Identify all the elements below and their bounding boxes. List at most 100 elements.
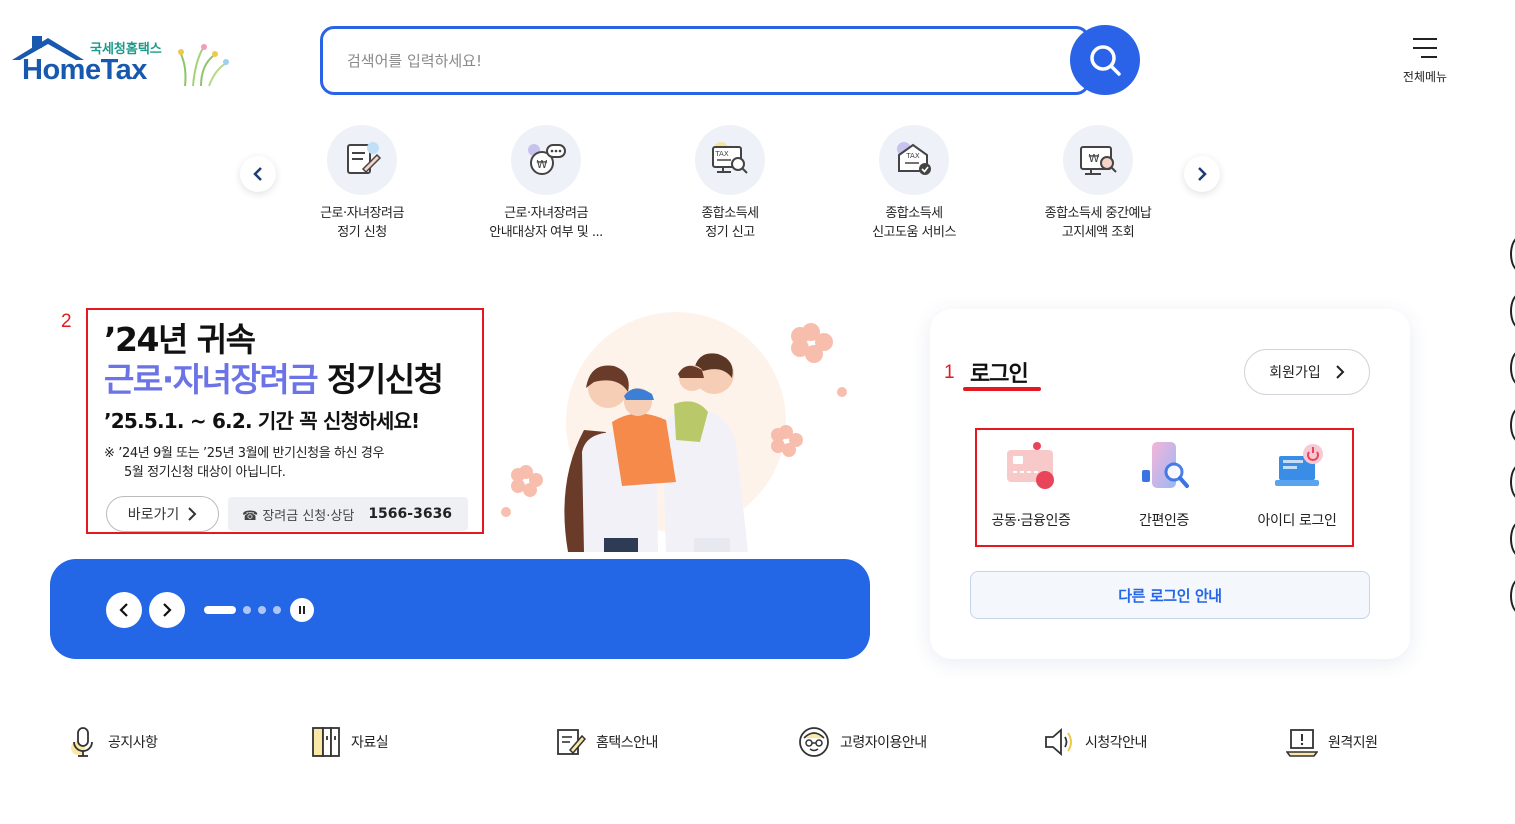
laptop-power-icon (1275, 444, 1323, 486)
login-title-underline (963, 387, 1041, 391)
join-label: 회원가입 (1269, 365, 1321, 381)
side-quick-button[interactable] (1510, 407, 1515, 443)
hamburger-icon (1413, 38, 1437, 58)
other-login-guide-button[interactable]: 다른 로그인 안내 (970, 571, 1370, 619)
banner-next-button[interactable] (149, 592, 185, 628)
svg-text:₩: ₩ (537, 158, 548, 171)
chevron-right-icon (1198, 167, 1207, 181)
banner-pagination (204, 606, 284, 614)
quick-service-item[interactable]: ₩ 종합소득세 중간예납 고지세액 조회 (1023, 125, 1173, 242)
chevron-right-icon (1336, 365, 1345, 379)
search-box (320, 26, 1090, 95)
quick-service-label-line1: 근로·자녀장려금 (504, 206, 588, 221)
chevron-left-icon (119, 603, 128, 617)
search-input[interactable] (347, 46, 1047, 76)
library-link[interactable]: 자료실 (311, 726, 389, 758)
quick-service-item[interactable]: TAX 종합소득세 신고도움 서비스 (839, 125, 989, 242)
banner-page-dot[interactable] (258, 606, 266, 614)
side-quick-button[interactable] (1510, 350, 1515, 386)
quick-service-label-line2: 정기 신청 (337, 225, 387, 240)
banner-title-highlight: 근로·자녀장려금 (104, 360, 319, 399)
all-menu-button[interactable]: 전체메뉴 (1392, 36, 1458, 86)
banner-page-dot[interactable] (273, 606, 281, 614)
tax-monitor-icon: TAX (695, 125, 765, 195)
money-chat-icon: ₩ (511, 125, 581, 195)
svg-text:₩: ₩ (1089, 152, 1100, 165)
banner-go-button[interactable]: 바로가기 (106, 496, 219, 532)
all-menu-label: 전체메뉴 (1402, 70, 1448, 84)
search-icon (1090, 45, 1121, 76)
quick-service-prev-button[interactable] (240, 156, 276, 192)
chevron-left-icon (253, 167, 262, 181)
banner-period: ’25.5.1. ~ 6.2. 기간 꼭 신청하세요! (104, 409, 420, 433)
document-pen-icon (327, 125, 397, 195)
login-title: 로그인 (970, 362, 1029, 387)
elderly-guide-link[interactable]: 고령자이용안내 (798, 726, 927, 758)
annotation-number-1: 1 (944, 362, 955, 383)
tax-check-icon: TAX (879, 125, 949, 195)
login-option-label: 아이디 로그인 (1257, 513, 1337, 529)
library-label: 자료실 (351, 735, 389, 751)
quick-service-label-line1: 근로·자녀장려금 (320, 206, 404, 221)
quick-service-item[interactable]: TAX 종합소득세 정기 신고 (655, 125, 805, 242)
notice-label: 공지사항 (108, 735, 158, 751)
banner-note-line2: 5월 정기신청 대상이 아닙니다. (124, 465, 286, 480)
banner-prev-button[interactable] (106, 592, 142, 628)
side-quick-button[interactable] (1510, 293, 1515, 329)
hometax-guide-link[interactable]: 홈택스안내 (556, 726, 658, 758)
login-option-certificate[interactable]: 공동·금융인증 (965, 440, 1097, 530)
remote-support-label: 원격지원 (1328, 735, 1378, 751)
banner-title-rest: 정기신청 (317, 360, 444, 399)
won-search-icon: ₩ (1063, 125, 1133, 195)
hometax-logo[interactable]: 국세청홈택스 HomeTax (10, 36, 240, 92)
banner-phone-label: ☎ 장려금 신청·상담 (242, 508, 355, 524)
grass-illustration-icon (178, 44, 229, 87)
side-quick-button[interactable] (1510, 521, 1515, 557)
certificate-card-icon (1007, 442, 1054, 489)
speaker-icon (1045, 728, 1072, 756)
quick-service-label-line2: 신고도움 서비스 (872, 225, 956, 240)
quick-service-label-line1: 종합소득세 (701, 206, 759, 221)
hometax-guide-label: 홈택스안내 (596, 735, 658, 751)
quick-service-next-button[interactable] (1184, 156, 1220, 192)
elder-face-icon (799, 727, 829, 757)
login-option-label: 공동·금융인증 (991, 513, 1071, 529)
remote-support-link[interactable]: 원격지원 (1286, 726, 1378, 758)
banner-note-line1: ※ ’24년 9월 또는 ’25년 3월에 반기신청을 하신 경우 (104, 446, 385, 461)
banner-phone-number: 1566-3636 (368, 506, 453, 522)
quick-service-label-line2: 고지세액 조회 (1061, 225, 1135, 240)
remote-laptop-icon (1286, 729, 1318, 757)
side-quick-button[interactable] (1510, 236, 1515, 272)
quick-service-item[interactable]: ₩ 근로·자녀장려금 안내대상자 여부 및 ... (471, 125, 621, 242)
family-illustration (501, 312, 847, 552)
notice-link[interactable]: 공지사항 (68, 726, 158, 758)
login-option-simple-auth[interactable]: 간편인증 (1098, 440, 1230, 530)
login-option-id-login[interactable]: 아이디 로그인 (1231, 440, 1363, 530)
audiovisual-guide-link[interactable]: 시청각안내 (1043, 726, 1147, 758)
phone-search-icon (1142, 442, 1189, 488)
search-button[interactable] (1070, 25, 1140, 95)
guide-pen-icon (557, 729, 586, 755)
quick-service-label-line1: 종합소득세 (885, 206, 943, 221)
banner-go-label: 바로가기 (127, 507, 180, 523)
quick-service-label-line1: 종합소득세 중간예납 (1044, 206, 1152, 221)
microphone-icon (71, 727, 93, 757)
quick-service-item[interactable]: 근로·자녀장려금 정기 신청 (287, 125, 437, 242)
chevron-right-icon (163, 603, 172, 617)
annotation-number-2: 2 (61, 311, 72, 332)
side-quick-button[interactable] (1510, 464, 1515, 500)
elderly-guide-label: 고령자이용안내 (840, 735, 927, 751)
pause-icon (299, 606, 305, 614)
quick-service-label-line2: 정기 신고 (705, 225, 755, 240)
quick-service-label-line2: 안내대상자 여부 및 ... (489, 225, 603, 240)
logo-wordmark: HomeTax (22, 54, 147, 86)
banner-page-dot[interactable] (204, 606, 236, 614)
banner-pause-button[interactable] (290, 598, 314, 622)
banner-title-line2: 근로·자녀장려금 정기신청 (104, 353, 444, 401)
join-button[interactable]: 회원가입 (1244, 349, 1370, 395)
banner-page-dot[interactable] (243, 606, 251, 614)
svg-text:TAX: TAX (905, 152, 920, 160)
side-quick-button[interactable] (1510, 578, 1515, 614)
chevron-right-icon (188, 507, 197, 521)
cabinet-icon (312, 727, 340, 757)
